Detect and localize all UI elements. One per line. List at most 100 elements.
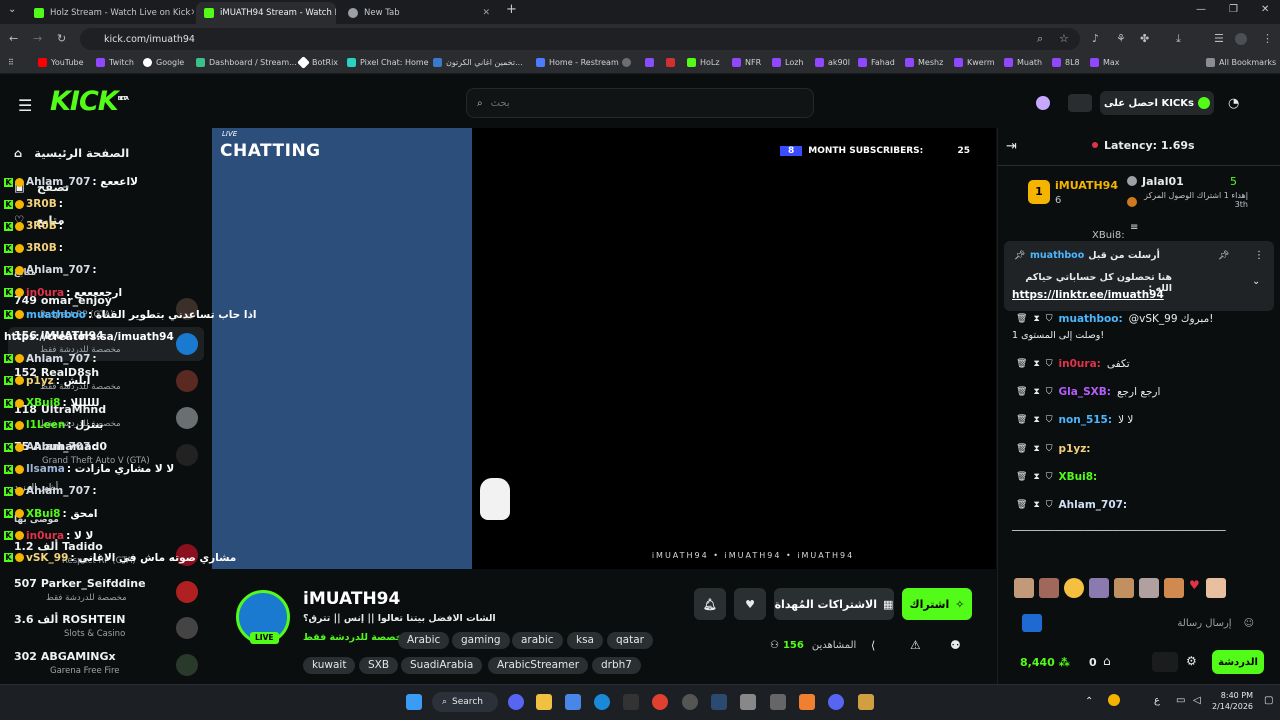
chat-username[interactable]: non_515:	[1059, 414, 1113, 426]
follow-heart-button[interactable]: ♥	[734, 588, 766, 620]
timeout-icon[interactable]: ⧗	[1033, 415, 1039, 425]
chat-message[interactable]: 🗑︎ ⧗ ⛉ in0ura: تكفى	[1016, 358, 1266, 370]
more-options-icon[interactable]: ⋮	[1254, 250, 1264, 261]
user-badge-avatar[interactable]	[1152, 652, 1178, 672]
chrome-icon[interactable]	[652, 694, 668, 710]
tab-imuath94[interactable]: iMUATH94 Stream - Watch Live✕	[196, 2, 336, 24]
notifications-icon[interactable]: ▢	[1264, 695, 1273, 706]
network-icon[interactable]: ▭	[1176, 695, 1185, 706]
timeout-icon[interactable]: ⧗	[1033, 444, 1039, 454]
shield-icon[interactable]: ⛉	[1046, 359, 1053, 369]
clock[interactable]: 8:40 PM 2/14/2026	[1212, 690, 1253, 712]
puzzle-icon[interactable]: ✤	[1140, 32, 1149, 45]
notification-bell-button[interactable]: 🔔︎	[694, 588, 726, 620]
close-window-icon[interactable]: ✕	[1261, 4, 1269, 15]
search-input[interactable]: ⌕ بحث	[466, 88, 814, 118]
chat-message[interactable]: 🗑︎ ⧗ ⛉ Ahlam_707:	[1016, 499, 1266, 511]
app-icon[interactable]	[799, 694, 815, 710]
emote-icon[interactable]	[1014, 578, 1034, 598]
store-icon[interactable]: ⌂	[1103, 654, 1111, 668]
heart-emote-icon[interactable]: ♥	[1189, 578, 1201, 598]
pinned-username[interactable]: muathboo	[1030, 250, 1084, 261]
emote-picker-icon[interactable]	[1022, 614, 1042, 632]
url-bar[interactable]: kick.com/imuath94	[80, 28, 1080, 50]
profile-avatar[interactable]	[1235, 33, 1247, 45]
chat-username[interactable]: XBui8:	[1059, 471, 1098, 483]
trash-icon[interactable]: 🗑︎	[1016, 359, 1027, 369]
stream-category[interactable]: مخصصة للدردشة فقط	[303, 632, 408, 643]
chat-username[interactable]: in0ura:	[1059, 358, 1101, 370]
timeout-icon[interactable]: ⧗	[1033, 472, 1039, 482]
user-avatar[interactable]	[1068, 94, 1092, 112]
emote-icon[interactable]	[1089, 578, 1109, 598]
new-tab-button[interactable]: +	[506, 2, 517, 17]
bookmark-fahad[interactable]: Fahad	[858, 58, 895, 67]
file-explorer-icon[interactable]	[536, 694, 552, 710]
store-icon[interactable]	[565, 694, 581, 710]
discord-icon[interactable]	[508, 694, 524, 710]
shield-icon[interactable]: ⛉	[1046, 444, 1053, 454]
trash-icon[interactable]: 🗑︎	[1016, 415, 1027, 425]
tag[interactable]: ArabicStreamer	[488, 657, 589, 674]
subscribe-button[interactable]: اشتراك ✧	[902, 588, 972, 620]
chat-username[interactable]: muathboo:	[1059, 313, 1123, 325]
sidebar-panel-icon[interactable]: ☰	[1214, 32, 1224, 45]
app-icon[interactable]	[740, 694, 756, 710]
tag[interactable]: SXB	[359, 657, 399, 674]
expand-chevron-icon[interactable]: ⌄	[1252, 276, 1260, 287]
close-icon[interactable]: ✕	[482, 8, 490, 18]
chat-message-input[interactable]: ☺ إرسال رسالة	[1060, 610, 1266, 636]
chat-message[interactable]: 🗑︎ ⧗ ⛉ Gla_SXB: ارجع ارجع	[1016, 386, 1266, 398]
bookmark-google[interactable]: Google	[143, 58, 184, 67]
ghost-icon[interactable]	[1036, 96, 1050, 110]
bookmark-restream[interactable]: Home - Restream	[536, 58, 619, 67]
app-icon[interactable]	[858, 694, 874, 710]
shield-icon[interactable]: ⛉	[1046, 415, 1053, 425]
trash-icon[interactable]: 🗑︎	[1016, 500, 1027, 510]
bookmark-max[interactable]: Max	[1090, 58, 1120, 67]
menu-dots-icon[interactable]: ⋮	[1262, 32, 1273, 45]
get-kicks-button[interactable]: احصل على KICKs	[1100, 91, 1214, 115]
emote-icon[interactable]	[1114, 578, 1134, 598]
trash-icon[interactable]: 🗑︎	[1016, 472, 1027, 482]
shield-icon[interactable]: ⛉	[1046, 387, 1053, 397]
volume-icon[interactable]: ◁	[1193, 695, 1201, 706]
leader-name[interactable]: iMUATH94	[1055, 179, 1118, 192]
tag[interactable]: arabic	[512, 632, 563, 649]
tab-holz[interactable]: Holz Stream - Watch Live on Kick✕	[26, 2, 194, 24]
chat-message[interactable]: 🗑︎ ⧗ ⛉ non_515: لا لا	[1016, 414, 1266, 426]
bookmark-botrix[interactable]: BotRix	[297, 56, 338, 69]
tag[interactable]: drbh7	[592, 657, 641, 674]
audio-icon[interactable]: ♪	[1092, 32, 1099, 45]
recommended-channel[interactable]: 507 Parker_Seifddine مخصصة للدردشة فقط	[8, 575, 204, 609]
tag[interactable]: kuwait	[303, 657, 356, 674]
bookmark-pixelchat[interactable]: Pixel Chat: Home	[347, 58, 429, 67]
maximize-icon[interactable]: ❐	[1229, 4, 1238, 15]
timeout-icon[interactable]: ⧗	[1033, 387, 1039, 397]
tag[interactable]: qatar	[607, 632, 653, 649]
emote-icon[interactable]	[1064, 578, 1084, 598]
back-icon[interactable]: ←	[9, 32, 18, 45]
collapse-chat-icon[interactable]: ⇥	[1006, 139, 1017, 154]
bookmark-lozh[interactable]: Lozh	[772, 58, 803, 67]
edge-icon[interactable]	[594, 694, 610, 710]
hamburger-menu-icon[interactable]: ☰	[18, 96, 32, 115]
settings-gear-icon[interactable]: ⚙	[1186, 654, 1197, 668]
kick-logo[interactable]: KICKBETA	[50, 86, 129, 117]
apps-icon[interactable]: ⠿	[8, 58, 14, 67]
emote-icon[interactable]	[1139, 578, 1159, 598]
bookmark-holz[interactable]: HoLz	[687, 58, 720, 67]
recommended-channel[interactable]: 3.6 ألف ROSHTEIN Slots & Casino	[8, 611, 204, 645]
tray-chevron-icon[interactable]: ⌃	[1085, 696, 1093, 707]
shield-icon[interactable]: ⛉	[1046, 500, 1053, 510]
user-follow-icon[interactable]: ⚉	[950, 638, 961, 652]
unpin-icon[interactable]: 📌︎	[1218, 251, 1229, 261]
bookmark-dashboard[interactable]: Dashboard / Stream...	[196, 58, 297, 67]
reload-icon[interactable]: ↻	[57, 32, 66, 45]
tag[interactable]: gaming	[452, 632, 510, 649]
all-bookmarks[interactable]: All Bookmarks	[1206, 58, 1276, 67]
chat-message[interactable]: 🗑︎ ⧗ ⛉ XBui8:	[1016, 471, 1266, 483]
tag[interactable]: SuadiArabia	[401, 657, 483, 674]
bookmark-meshz[interactable]: Meshz	[905, 58, 943, 67]
obs-icon[interactable]	[682, 694, 698, 710]
